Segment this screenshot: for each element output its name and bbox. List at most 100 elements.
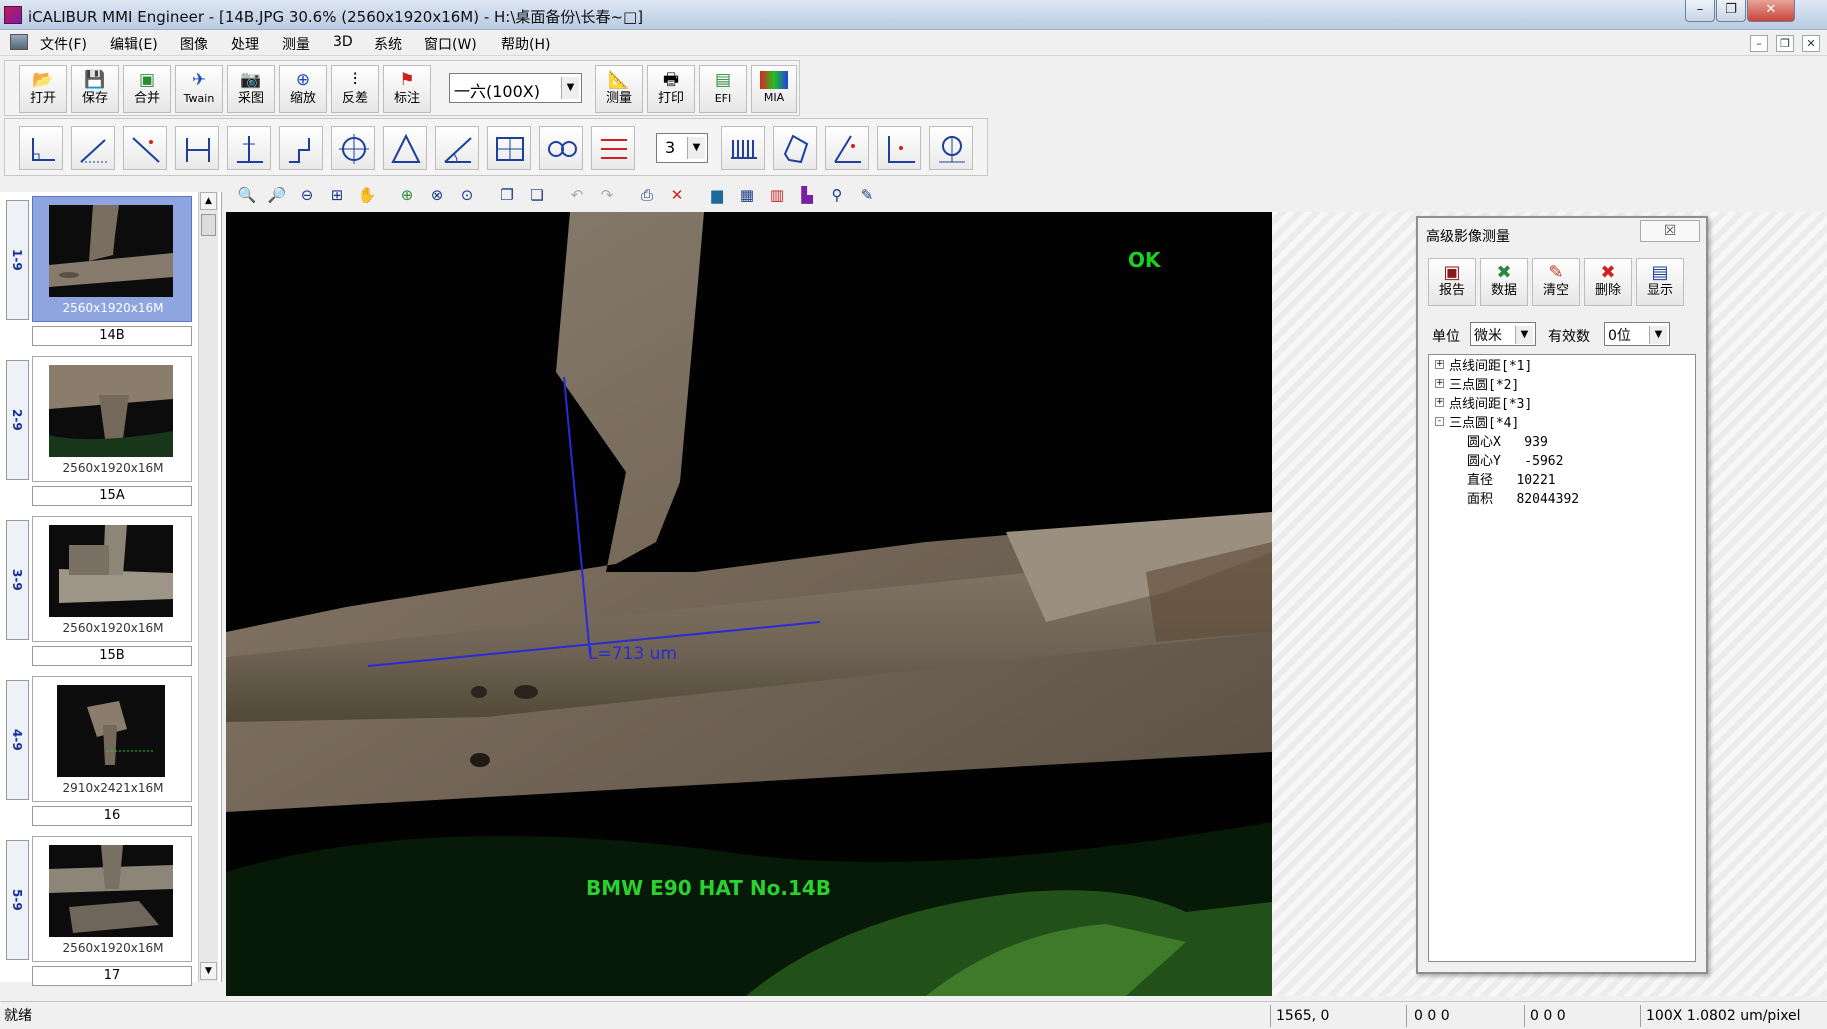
panel-close-button[interactable]: ☒ [1640,220,1700,242]
tree-leaf[interactable]: 面积 82044392 [1467,488,1579,507]
scroll-down-icon[interactable]: ▼ [200,962,217,980]
line-angle-tool-icon[interactable] [71,126,115,170]
step-tool-icon[interactable] [279,126,323,170]
thumbnail-frame[interactable]: 2560x1920x16M [32,516,192,642]
thumbnail-item[interactable]: 2-9 2560x1920x16M 15A [4,356,192,512]
zoom-in-icon[interactable]: 🔎 [266,184,288,206]
thumbnail-index-tab[interactable]: 2-9 [6,360,29,480]
close-button[interactable]: ✕ [1747,0,1795,22]
report-button[interactable]: ▣ 报告 [1428,258,1476,306]
measure-button[interactable]: 📐 测量 [595,65,643,113]
zoom-button[interactable]: ⊕ 缩放 [279,65,327,113]
thumbnail-item[interactable]: 4-9 2910x2421x16M 16 [4,676,192,832]
tree-node[interactable]: 点线间距[*1] [1449,355,1532,374]
thumbnail-item[interactable]: 1-9 2560x1920x16M 14B [4,196,192,352]
tree-toggle[interactable]: + [1435,360,1444,369]
tree-toggle[interactable]: - [1435,417,1444,426]
thumbnail-item[interactable]: 3-9 2560x1920x16M 15B [4,516,192,672]
pan-hand-icon[interactable]: ✋ [356,184,378,206]
mdi-minimize-button[interactable]: – [1750,35,1768,52]
data-button[interactable]: ✖ 数据 [1480,258,1528,306]
parallel-lines-tool-icon[interactable] [591,126,635,170]
menu-3d[interactable]: 3D [333,34,353,50]
tree-node[interactable]: 三点圆[*2] [1449,374,1519,393]
thumbnail-frame[interactable]: 2910x2421x16M [32,676,192,802]
menu-system[interactable]: 系统 [374,34,402,54]
angle-arc-tool-icon[interactable] [825,126,869,170]
thumbnail-index-tab[interactable]: 4-9 [6,680,29,800]
minimize-button[interactable]: – [1685,0,1715,22]
save-button[interactable]: 💾 保存 [71,65,119,113]
menu-process[interactable]: 处理 [231,34,259,54]
thumbnail-frame[interactable]: 2560x1920x16M [32,196,192,322]
twain-button[interactable]: ✈ Twain [175,65,223,113]
menu-image[interactable]: 图像 [180,34,208,54]
menu-window[interactable]: 窗口(W) [424,34,477,54]
annotate-button[interactable]: ⚑ 标注 [383,65,431,113]
menu-help[interactable]: 帮助(H) [501,34,550,54]
perpendicular-tool-icon[interactable] [19,126,63,170]
histogram-icon[interactable]: ▙ [796,184,818,206]
thumbnail-index-tab[interactable]: 5-9 [6,840,29,960]
polygon-tool-icon[interactable] [773,126,817,170]
tree-leaf[interactable]: 圆心Y -5962 [1467,450,1563,469]
mia-button[interactable]: MIA [751,65,797,113]
tree-toggle[interactable]: + [1435,398,1444,407]
angle-tool-icon[interactable] [435,126,479,170]
thumbnail-scrollbar[interactable]: ▲ ▼ [198,192,218,982]
tree-node[interactable]: 三点圆[*4] [1449,412,1519,431]
distance-tool-icon[interactable] [175,126,219,170]
zoom-out-icon[interactable]: 🔍 [236,184,258,206]
undo-icon[interactable]: ↶ [566,184,588,206]
grid-icon[interactable]: ▦ [736,184,758,206]
pen-icon[interactable]: ✎ [856,184,878,206]
unit-select[interactable]: 微米 ▼ [1470,322,1536,346]
tree-leaf[interactable]: 直径 10221 [1467,469,1556,488]
thumbnail-frame[interactable]: 2560x1920x16M [32,356,192,482]
zoom-reset-icon[interactable]: ⊙ [456,184,478,206]
thumbnail-item[interactable]: 5-9 2560x1920x16M 17 [4,836,192,992]
open-button[interactable]: 📂 打开 [19,65,67,113]
delete-button[interactable]: ✖ 删除 [1584,258,1632,306]
document-icon[interactable] [10,34,28,50]
center-point-tool-icon[interactable] [929,126,973,170]
window-tile-icon[interactable]: ❏ [526,184,548,206]
two-circle-tool-icon[interactable] [539,126,583,170]
zoom-fit-icon[interactable]: ⊖ [296,184,318,206]
thumbnail-index-tab[interactable]: 3-9 [6,520,29,640]
tree-node[interactable]: 点线间距[*3] [1449,393,1532,412]
stamp-icon[interactable]: ⎙ [636,184,658,206]
window-cascade-icon[interactable]: ❐ [496,184,518,206]
zoom-window-icon[interactable]: ⊞ [326,184,348,206]
zoom-green-in-icon[interactable]: ⊕ [396,184,418,206]
contrast-button[interactable]: ⫶ 反差 [331,65,379,113]
mdi-restore-button[interactable]: ❐ [1776,35,1794,52]
scroll-up-icon[interactable]: ▲ [200,192,217,210]
image-canvas[interactable]: OK L=713 um BMW E90 HAT No.14B [226,212,1272,996]
grid-count-tool-icon[interactable] [487,126,531,170]
mdi-close-button[interactable]: ✕ [1802,35,1820,52]
triangle-tool-icon[interactable] [383,126,427,170]
menu-measure[interactable]: 测量 [282,34,310,54]
menu-file[interactable]: 文件(F) [40,34,87,54]
objective-zoom-select[interactable]: 一六(100X) ▼ [449,73,582,103]
magic-wand-icon[interactable]: ⚲ [826,184,848,206]
color-bars-icon[interactable]: ▥ [766,184,788,206]
tree-leaf[interactable]: 圆心X 939 [1467,431,1548,450]
point-count-select[interactable]: 3 ▼ [656,133,708,163]
print-button[interactable]: 🖶 打印 [647,65,695,113]
zoom-actual-icon[interactable]: ⊗ [426,184,448,206]
clear-button[interactable]: ✎ 清空 [1532,258,1580,306]
efi-button[interactable]: ▤ EFI [699,65,747,113]
merge-button[interactable]: ▣ 合并 [123,65,171,113]
redo-icon[interactable]: ↷ [596,184,618,206]
coordinate-tool-icon[interactable] [877,126,921,170]
display-button[interactable]: ▤ 显示 [1636,258,1684,306]
scroll-thumb[interactable] [201,214,216,236]
capture-button[interactable]: 📷 采图 [227,65,275,113]
delete-x-icon[interactable]: ✕ [666,184,688,206]
thumbnail-frame[interactable]: 2560x1920x16M [32,836,192,962]
image-panel-icon[interactable]: ▆ [706,184,728,206]
scale-ruler-tool-icon[interactable] [721,126,765,170]
maximize-button[interactable]: ❐ [1716,0,1746,22]
